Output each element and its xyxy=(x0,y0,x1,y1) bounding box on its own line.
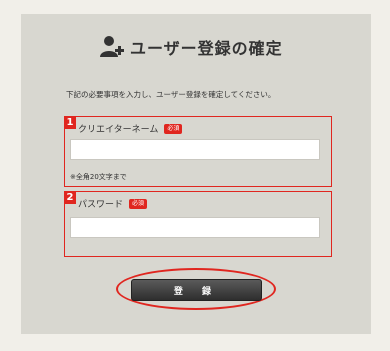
password-input[interactable] xyxy=(70,217,320,238)
password-label: パスワード 必須 xyxy=(78,197,148,210)
page-title-text: ユーザー登録の確定 xyxy=(130,39,283,58)
user-add-icon xyxy=(100,36,124,57)
page-title: ユーザー登録の確定 xyxy=(100,34,283,60)
creator-name-field: 1 クリエイターネーム 必須 ※全角20文字まで xyxy=(64,116,332,187)
creator-name-input[interactable] xyxy=(70,139,320,160)
password-field: 2 パスワード 必須 xyxy=(64,191,332,257)
password-label-text: パスワード xyxy=(78,200,124,210)
field-number-badge: 2 xyxy=(64,191,76,204)
required-badge: 必須 xyxy=(164,123,183,134)
field-number-badge: 1 xyxy=(64,116,76,129)
creator-name-note: ※全角20文字まで xyxy=(70,173,127,181)
required-badge: 必須 xyxy=(129,198,148,209)
creator-name-label-text: クリエイターネーム xyxy=(78,125,159,135)
creator-name-label: クリエイターネーム 必須 xyxy=(78,122,183,135)
register-button[interactable]: 登 録 xyxy=(131,279,262,301)
instructions-text: 下記の必要事項を入力し、ユーザー登録を確定してください。 xyxy=(66,90,276,99)
